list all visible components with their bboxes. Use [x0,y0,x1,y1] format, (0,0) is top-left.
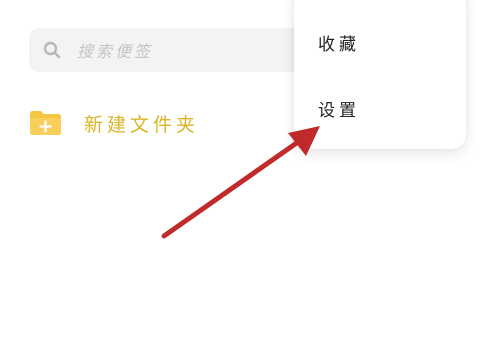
app-screen: 搜索便签 新建文件夹 收藏 设置 [0,0,491,338]
popup-menu: 收藏 设置 [294,0,466,149]
search-placeholder: 搜索便签 [77,42,154,61]
menu-item-favorites[interactable]: 收藏 [318,30,360,55]
new-folder-button[interactable]: 新建文件夹 [28,108,199,138]
folder-plus-icon [28,110,62,136]
search-icon [41,39,63,61]
new-folder-label: 新建文件夹 [84,113,200,136]
menu-item-settings[interactable]: 设置 [318,96,360,121]
